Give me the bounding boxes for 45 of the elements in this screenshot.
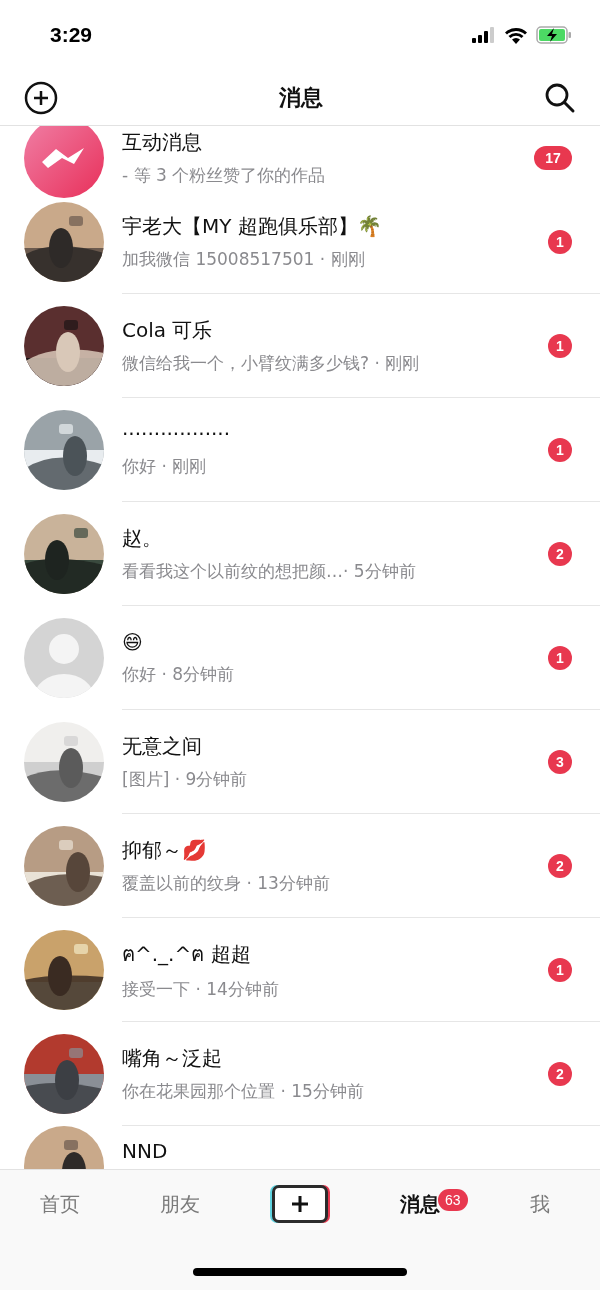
- unread-count: 17: [534, 146, 572, 170]
- plus-icon: [290, 1194, 310, 1214]
- unread-count: 3: [548, 749, 572, 774]
- unread-count: 2: [548, 853, 572, 878]
- message-preview: 微信给我一个，小臂纹满多少钱? · 刚刚: [122, 351, 421, 375]
- message-preview: 你在花果园那个位置 · 15分钟前: [122, 1079, 365, 1103]
- tab[interactable]: 朋友: [158, 1186, 202, 1222]
- unread-count: 1: [548, 437, 572, 462]
- interaction-icon: [24, 126, 104, 198]
- message-preview: 你好 · 8分钟前: [122, 663, 236, 686]
- search-icon[interactable]: [544, 81, 576, 114]
- message-preview: 加我微信 15008517501 · 刚刚: [122, 247, 366, 271]
- contact-name: 赵。: [122, 524, 162, 552]
- unread-count: 1: [548, 333, 572, 358]
- unread-count: 1: [548, 645, 572, 670]
- create-button[interactable]: [272, 1185, 328, 1223]
- unread-count: 2: [548, 541, 572, 566]
- tab[interactable]: 我: [528, 1186, 552, 1222]
- message-preview: 接受一下 · 14分钟前: [122, 978, 280, 1001]
- contact-name: 嘴角～泛起: [122, 1044, 222, 1072]
- contact-name: 抑郁～💋: [122, 836, 207, 864]
- contact-name: 无意之间: [122, 732, 202, 760]
- tab-badge: 63: [438, 1188, 468, 1211]
- contact-name: Cola 可乐: [122, 316, 213, 344]
- message-preview: 覆盖以前的纹身 · 13分钟前: [122, 871, 331, 895]
- message-preview: - 等 3 个粉丝赞了你的作品: [122, 164, 327, 187]
- message-preview: [图片] · 9分钟前: [122, 767, 249, 791]
- contact-name: NND: [122, 1139, 168, 1163]
- page-title: 消息: [279, 83, 323, 112]
- contact-name: 😄: [122, 630, 143, 654]
- unread-count: 1: [548, 229, 572, 254]
- unread-count: 1: [548, 957, 572, 982]
- message-preview: 你好 · 刚刚: [122, 455, 208, 478]
- wifi-icon: [504, 26, 528, 44]
- contact-name: ฅ^._.^ฅ 超超: [122, 941, 251, 968]
- message-preview: 看看我这个以前纹的想把颜…· 5分钟前: [122, 559, 417, 583]
- tab[interactable]: 首页: [38, 1186, 82, 1222]
- contact-name: ·················: [122, 422, 231, 446]
- unread-count: 2: [548, 1061, 572, 1086]
- contact-name: 互动消息: [122, 129, 202, 156]
- signal-icon: [472, 27, 496, 43]
- status-time: 3:29: [50, 23, 93, 47]
- contact-name: 宇老大【MY 超跑俱乐部】🌴: [122, 212, 383, 240]
- battery-charging-icon: [536, 26, 572, 44]
- add-icon[interactable]: [24, 80, 58, 115]
